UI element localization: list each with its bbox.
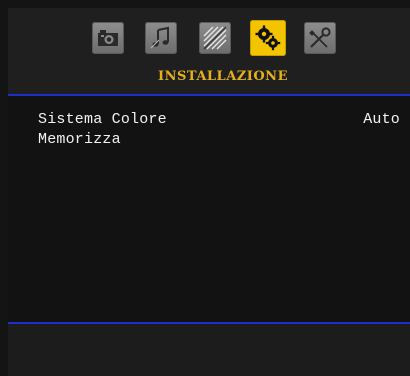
tab-sound[interactable]: [145, 22, 177, 54]
menu-header: INSTALLAZIONE: [8, 8, 410, 96]
music-note-icon: [150, 26, 169, 49]
feature-lines-icon: [203, 26, 227, 50]
menu-item-memorizza[interactable]: Memorizza: [38, 131, 400, 149]
tab-features[interactable]: [199, 22, 231, 54]
menu-item-value: Auto: [363, 111, 400, 128]
tv-osd-screen: INSTALLAZIONE Sistema Colore Auto Memori…: [0, 0, 410, 376]
tools-icon: [309, 27, 331, 48]
gears-icon: [255, 25, 281, 51]
tab-bar: [92, 20, 352, 62]
tab-tools[interactable]: [304, 22, 336, 54]
menu-item-label: Sistema Colore: [38, 111, 167, 128]
menu-item-sistema-colore[interactable]: Sistema Colore Auto: [38, 111, 400, 129]
menu-list: Sistema Colore Auto Memorizza: [8, 96, 410, 322]
tab-installazione[interactable]: [250, 20, 286, 56]
camera-icon: [98, 30, 118, 46]
tab-camera[interactable]: [92, 22, 124, 54]
menu-item-label: Memorizza: [38, 131, 121, 148]
footer-bar: [8, 324, 410, 376]
active-tab-title: INSTALLAZIONE: [158, 69, 288, 84]
